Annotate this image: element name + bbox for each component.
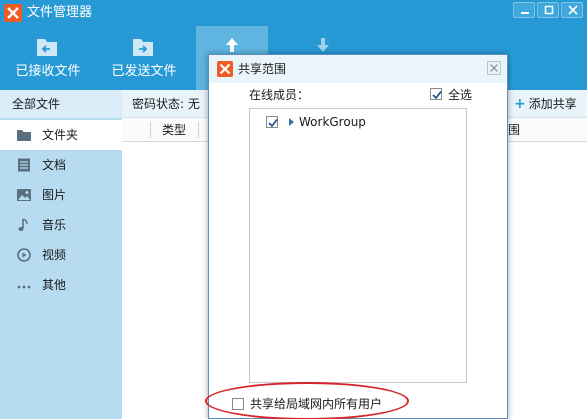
sidebar-item-video[interactable]: 视频: [0, 240, 122, 270]
plus-icon: +: [514, 96, 526, 112]
sidebar-item-document[interactable]: 文档: [0, 150, 122, 180]
column-separator: [198, 122, 199, 138]
tree-node-label: WorkGroup: [299, 115, 366, 129]
music-icon: [16, 218, 32, 232]
sidebar-item-label: 其他: [42, 278, 67, 292]
highlight-annotation-ellipse: [205, 382, 409, 419]
close-icon[interactable]: [487, 61, 501, 75]
minimize-button[interactable]: [513, 2, 535, 18]
received-files-button[interactable]: 已接收文件: [0, 26, 96, 90]
select-all-label[interactable]: 全选: [448, 87, 472, 103]
received-files-label: 已接收文件: [15, 64, 81, 79]
column-header-type[interactable]: 类型: [162, 122, 186, 138]
password-status: 密码状态: 无: [132, 97, 200, 111]
sent-files-button[interactable]: 已发送文件: [96, 26, 192, 90]
document-icon: [16, 158, 32, 172]
sidebar-item-label: 图片: [42, 188, 67, 202]
sidebar-item-picture[interactable]: 图片: [0, 180, 122, 210]
sidebar-item-label: 文档: [42, 158, 67, 172]
video-icon: [16, 248, 32, 262]
sidebar-item-label: 视频: [42, 248, 67, 262]
window-title: 文件管理器: [27, 5, 93, 20]
app-logo-icon: [4, 4, 22, 22]
sidebar-item-music[interactable]: 音乐: [0, 210, 122, 240]
add-share-label: 添加共享: [528, 97, 577, 111]
share-scope-dialog: 共享范围 在线成员： 全选 WorkGroup 共享给局域网内所有用户: [205, 54, 508, 419]
maximize-button[interactable]: [537, 2, 559, 18]
select-all-checkbox[interactable]: [430, 88, 442, 100]
sidebar-header[interactable]: 全部文件: [0, 90, 122, 118]
close-window-button[interactable]: [561, 2, 583, 18]
received-files-icon: [34, 36, 60, 58]
sent-files-label: 已发送文件: [111, 64, 177, 79]
sent-files-icon: [130, 36, 156, 58]
app-logo-icon: [217, 61, 233, 77]
dialog-title: 共享范围: [238, 62, 287, 76]
picture-icon: [16, 188, 32, 202]
add-share-button[interactable]: + 添加共享: [514, 96, 577, 112]
member-tree: WorkGroup: [249, 108, 467, 383]
sidebar-item-other[interactable]: 其他: [0, 270, 122, 300]
column-separator: [150, 122, 151, 138]
expand-caret-icon[interactable]: [288, 116, 296, 126]
workgroup-checkbox[interactable]: [266, 116, 278, 128]
tree-row[interactable]: WorkGroup: [250, 113, 466, 131]
dialog-title-bar: 共享范围: [209, 55, 507, 83]
more-icon: [16, 278, 32, 292]
sidebar-item-folder[interactable]: 文件夹: [0, 120, 122, 150]
sidebar-item-label: 音乐: [42, 218, 67, 232]
title-bar: 文件管理器: [0, 0, 587, 26]
sidebar-item-label: 文件夹: [42, 128, 79, 142]
column-header-range[interactable]: 围: [508, 122, 520, 138]
online-members-label: 在线成员：: [249, 88, 310, 102]
folder-icon: [16, 128, 32, 142]
sidebar: 全部文件 文件夹 文档 图片 音乐 视频 其他: [0, 90, 122, 419]
